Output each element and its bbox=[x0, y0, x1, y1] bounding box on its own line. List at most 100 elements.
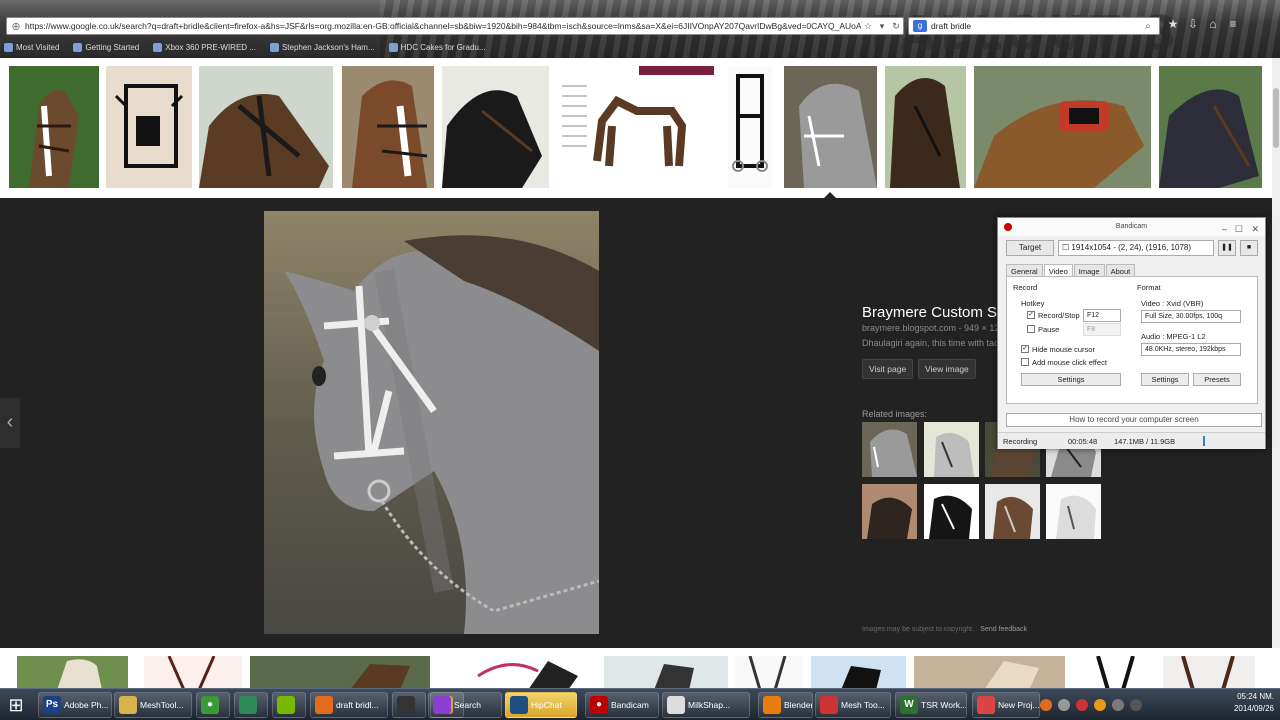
view-image-button[interactable]: View image bbox=[918, 359, 976, 379]
result-thumbnail[interactable] bbox=[438, 656, 597, 690]
search-query[interactable]: draft bridle bbox=[931, 21, 1145, 31]
taskbar-item[interactable]: Mesh Too... bbox=[815, 692, 891, 718]
result-thumbnail-selected[interactable] bbox=[784, 66, 877, 188]
result-thumbnail[interactable] bbox=[914, 656, 1065, 690]
click-effect-checkbox[interactable] bbox=[1021, 358, 1029, 366]
home-icon[interactable]: ⌂ bbox=[1206, 17, 1220, 31]
visit-page-button[interactable]: Visit page bbox=[862, 359, 914, 379]
result-thumbnail[interactable] bbox=[728, 66, 772, 188]
taskbar-item[interactable]: ● Bandicam bbox=[585, 692, 659, 718]
result-thumbnail[interactable] bbox=[17, 656, 128, 690]
result-thumbnail[interactable] bbox=[199, 66, 333, 188]
related-image[interactable] bbox=[862, 484, 917, 539]
result-thumbnail[interactable] bbox=[342, 66, 434, 188]
video-format-field[interactable]: Full Size, 30.00fps, 100q bbox=[1141, 310, 1241, 323]
result-thumbnail[interactable] bbox=[885, 66, 966, 188]
hide-cursor-checkbox[interactable]: ✓ bbox=[1021, 345, 1029, 353]
record-stop-hotkey-field[interactable]: F12 bbox=[1083, 309, 1121, 322]
result-thumbnail[interactable] bbox=[557, 66, 714, 188]
taskbar-item[interactable]: Blender bbox=[758, 692, 813, 718]
address-bar[interactable]: ⊕ https://www.google.co.uk/search?q=draf… bbox=[6, 17, 904, 35]
pause-icon[interactable]: ❚❚ bbox=[1218, 240, 1236, 256]
tray-app-icon[interactable] bbox=[1058, 699, 1070, 711]
related-image[interactable] bbox=[1046, 484, 1101, 539]
related-image[interactable] bbox=[924, 422, 979, 477]
bookmark-item[interactable]: Getting Started bbox=[73, 42, 139, 52]
result-thumbnail[interactable] bbox=[1073, 656, 1155, 690]
result-thumbnail[interactable] bbox=[974, 66, 1151, 188]
result-thumbnail[interactable] bbox=[604, 656, 728, 690]
vertical-scrollbar[interactable] bbox=[1272, 58, 1280, 648]
system-clock[interactable]: 05:24 NM. 2014/09/26 bbox=[1228, 691, 1274, 715]
related-image[interactable] bbox=[862, 422, 917, 477]
minimize-icon[interactable]: – bbox=[1222, 220, 1227, 238]
scrollbar-thumb[interactable] bbox=[1273, 88, 1279, 148]
tray-app-icon[interactable] bbox=[1094, 699, 1106, 711]
taskbar-item[interactable]: W TSR Work... bbox=[895, 692, 967, 718]
result-thumbnail[interactable] bbox=[9, 66, 99, 188]
star-icon[interactable]: ★ bbox=[1166, 17, 1180, 31]
send-feedback-link[interactable]: Send feedback bbox=[980, 626, 1027, 633]
record-stop-checkbox[interactable]: ✓ bbox=[1027, 311, 1035, 319]
stop-icon[interactable]: ■ bbox=[1240, 240, 1258, 256]
audio-format-field[interactable]: 48.0KHz, stereo, 192kbps bbox=[1141, 343, 1241, 356]
taskbar-item[interactable]: MilkShap... bbox=[662, 692, 750, 718]
related-image[interactable] bbox=[924, 484, 979, 539]
search-icon[interactable]: ⌕ bbox=[1145, 21, 1159, 32]
windows-start-icon[interactable]: ⊞ bbox=[2, 693, 30, 717]
tray-app-icon[interactable] bbox=[1040, 699, 1052, 711]
tray-app-icon[interactable] bbox=[1076, 699, 1088, 711]
close-icon[interactable]: ✕ bbox=[1251, 220, 1259, 238]
taskbar-item[interactable] bbox=[392, 692, 426, 718]
taskbar-item[interactable]: draft bridl... bbox=[310, 692, 388, 718]
bookmark-star-icon[interactable]: ☆ bbox=[861, 21, 875, 32]
taskbar-item[interactable]: Ps Adobe Ph... bbox=[38, 692, 112, 718]
image-source[interactable]: braymere.blogspot.com - 949 × 12 bbox=[862, 323, 999, 333]
bookmark-item[interactable]: HDC Cakes for Gradu... bbox=[388, 42, 486, 52]
result-thumbnail[interactable] bbox=[250, 656, 430, 690]
result-thumbnail[interactable] bbox=[442, 66, 549, 188]
maximize-icon[interactable]: ☐ bbox=[1235, 220, 1243, 238]
bookmark-item[interactable]: Most Visited bbox=[4, 42, 59, 52]
taskbar-item[interactable] bbox=[234, 692, 268, 718]
format-settings-button[interactable]: Settings bbox=[1141, 373, 1189, 386]
bookmark-icon bbox=[269, 42, 279, 52]
howto-link-button[interactable]: How to record your computer screen bbox=[1006, 413, 1262, 427]
pause-checkbox[interactable] bbox=[1027, 325, 1035, 333]
related-image[interactable] bbox=[985, 484, 1040, 539]
bandicam-titlebar[interactable]: Bandicam – ☐ ✕ bbox=[998, 218, 1265, 236]
network-icon[interactable] bbox=[1112, 699, 1124, 711]
result-thumbnail[interactable] bbox=[1159, 66, 1262, 188]
pause-hotkey-field[interactable]: F8 bbox=[1083, 323, 1121, 336]
result-thumbnail[interactable] bbox=[1163, 656, 1255, 690]
preview-image[interactable] bbox=[264, 211, 599, 634]
taskbar-item[interactable] bbox=[272, 692, 306, 718]
download-icon[interactable]: ⇩ bbox=[1186, 17, 1200, 31]
bookmark-item[interactable]: Xbox 360 PRE-WIRED ... bbox=[153, 42, 256, 52]
target-area-field[interactable]: ☐ 1914x1054 - (2, 24), (1916, 1078) bbox=[1058, 240, 1214, 256]
result-thumbnail[interactable] bbox=[106, 66, 192, 188]
taskbar-item[interactable]: Search bbox=[428, 692, 502, 718]
volume-icon[interactable] bbox=[1130, 699, 1142, 711]
image-title[interactable]: Braymere Custom Sa bbox=[862, 304, 1005, 321]
menu-icon[interactable]: ≡ bbox=[1226, 17, 1240, 31]
dropdown-arrow-icon[interactable]: ▾ bbox=[875, 21, 889, 32]
selection-pointer bbox=[824, 192, 836, 198]
taskbar-item[interactable]: ● bbox=[196, 692, 230, 718]
result-thumbnail[interactable] bbox=[144, 656, 242, 690]
google-icon[interactable]: g bbox=[913, 20, 927, 32]
taskbar-item[interactable]: MeshTool... bbox=[114, 692, 192, 718]
previous-arrow-icon[interactable]: ‹ bbox=[0, 398, 20, 448]
target-button[interactable]: Target bbox=[1006, 240, 1054, 256]
taskbar-item[interactable]: HipChat bbox=[505, 692, 577, 718]
taskbar-item[interactable]: New Proj... bbox=[972, 692, 1040, 718]
result-thumbnail[interactable] bbox=[811, 656, 906, 690]
window-icon bbox=[820, 696, 838, 714]
bookmark-item[interactable]: Stephen Jackson's Ham... bbox=[269, 42, 375, 52]
record-settings-button[interactable]: Settings bbox=[1021, 373, 1121, 386]
search-bar[interactable]: g draft bridle ⌕ bbox=[908, 17, 1160, 35]
presets-button[interactable]: Presets bbox=[1193, 373, 1241, 386]
url-text[interactable]: https://www.google.co.uk/search?q=draft+… bbox=[25, 21, 861, 31]
result-thumbnail[interactable] bbox=[735, 656, 803, 690]
reload-icon[interactable]: ↻ bbox=[889, 21, 903, 32]
